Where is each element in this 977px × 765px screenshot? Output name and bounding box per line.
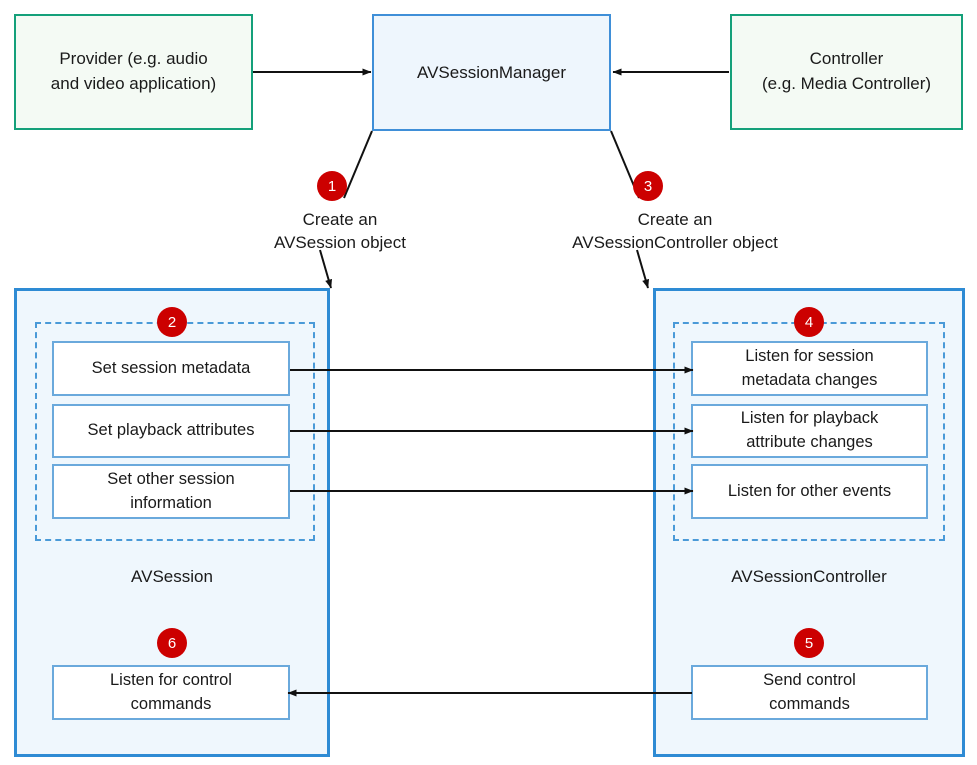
- action-listen-playback-attribute-changes-text: Listen for playback attribute changes: [741, 407, 879, 455]
- callout-create-session-line2: AVSession object: [274, 232, 406, 252]
- action-set-other-session-information[interactable]: Set other session information: [52, 464, 290, 519]
- step-badge-4: 4: [794, 307, 824, 337]
- controller-label: Controller (e.g. Media Controller): [762, 47, 931, 96]
- avsessioncontroller-panel-title: AVSessionController: [653, 567, 965, 587]
- step-badge-2: 2: [157, 307, 187, 337]
- action-listen-playback-attribute-changes-line1: Listen for playback: [740, 409, 879, 428]
- callout-create-session: Create an AVSession object: [245, 209, 435, 255]
- step-badge-4-label: 4: [804, 313, 814, 331]
- avsession-panel-title-label: AVSession: [131, 567, 213, 586]
- controller-label-line1: Controller: [809, 49, 884, 69]
- action-listen-session-metadata-changes[interactable]: Listen for session metadata changes: [691, 341, 928, 396]
- step-badge-5-label: 5: [804, 634, 814, 652]
- action-listen-session-metadata-changes-text: Listen for session metadata changes: [742, 345, 878, 393]
- provider-label-line2: and video application): [50, 74, 217, 93]
- controller-box[interactable]: Controller (e.g. Media Controller): [730, 14, 963, 130]
- action-send-control-commands-line1: Send control: [763, 670, 856, 689]
- controller-label-line2: (e.g. Media Controller): [761, 74, 932, 93]
- action-listen-other-events[interactable]: Listen for other events: [691, 464, 928, 519]
- action-listen-other-events-line1: Listen for other events: [727, 481, 892, 500]
- action-listen-for-control-commands-line1: Listen for control: [110, 670, 232, 689]
- action-set-other-session-information-text: Set other session information: [107, 468, 235, 516]
- action-listen-other-events-text: Listen for other events: [728, 480, 891, 504]
- action-listen-for-control-commands[interactable]: Listen for control commands: [52, 665, 290, 720]
- provider-box[interactable]: Provider (e.g. audio and video applicati…: [14, 14, 253, 130]
- action-set-playback-attributes-line1: Set playback attributes: [87, 421, 255, 440]
- callout-create-controller-line1: Create an: [637, 210, 713, 229]
- step-badge-1: 1: [317, 171, 347, 201]
- action-send-control-commands-text: Send control commands: [763, 669, 856, 717]
- step-badge-3: 3: [633, 171, 663, 201]
- action-send-control-commands-line2: commands: [769, 694, 850, 713]
- avsession-panel-title: AVSession: [14, 567, 330, 587]
- avsessionmanager-label: AVSessionManager: [417, 62, 566, 82]
- action-set-other-session-information-line2: information: [130, 493, 212, 512]
- diagram-canvas: Provider (e.g. audio and video applicati…: [0, 0, 977, 765]
- avsessioncontroller-panel-title-label: AVSessionController: [731, 567, 887, 586]
- step-badge-3-label: 3: [643, 177, 653, 195]
- action-set-session-metadata[interactable]: Set session metadata: [52, 341, 290, 396]
- action-send-control-commands[interactable]: Send control commands: [691, 665, 928, 720]
- step-badge-6-label: 6: [167, 634, 177, 652]
- action-listen-for-control-commands-line2: commands: [130, 694, 212, 713]
- action-set-other-session-information-line1: Set other session: [107, 469, 235, 488]
- action-set-playback-attributes-text: Set playback attributes: [88, 419, 255, 443]
- connector-create-controller-arrow: [636, 249, 649, 289]
- provider-label: Provider (e.g. audio and video applicati…: [51, 47, 216, 96]
- connector-create-session-arrow: [319, 249, 332, 289]
- step-badge-5: 5: [794, 628, 824, 658]
- action-listen-for-control-commands-text: Listen for control commands: [110, 669, 232, 717]
- action-listen-playback-attribute-changes[interactable]: Listen for playback attribute changes: [691, 404, 928, 458]
- action-listen-playback-attribute-changes-line2: attribute changes: [746, 433, 873, 451]
- callout-create-session-line1: Create an: [302, 210, 378, 229]
- callout-create-controller: Create an AVSessionController object: [542, 209, 808, 255]
- action-set-playback-attributes[interactable]: Set playback attributes: [52, 404, 290, 458]
- action-set-session-metadata-text: Set session metadata: [92, 357, 251, 381]
- action-listen-session-metadata-changes-line2: metadata changes: [741, 370, 878, 389]
- leader-line-create-session: [343, 130, 373, 199]
- callout-create-controller-line2: AVSessionController object: [572, 232, 778, 252]
- step-badge-2-label: 2: [167, 313, 177, 331]
- action-set-session-metadata-line1: Set session metadata: [91, 358, 251, 377]
- step-badge-6: 6: [157, 628, 187, 658]
- avsessionmanager-box[interactable]: AVSessionManager: [372, 14, 611, 131]
- provider-label-line1: Provider (e.g. audio: [59, 49, 208, 69]
- step-badge-1-label: 1: [327, 177, 337, 195]
- action-listen-session-metadata-changes-line1: Listen for session: [745, 346, 874, 365]
